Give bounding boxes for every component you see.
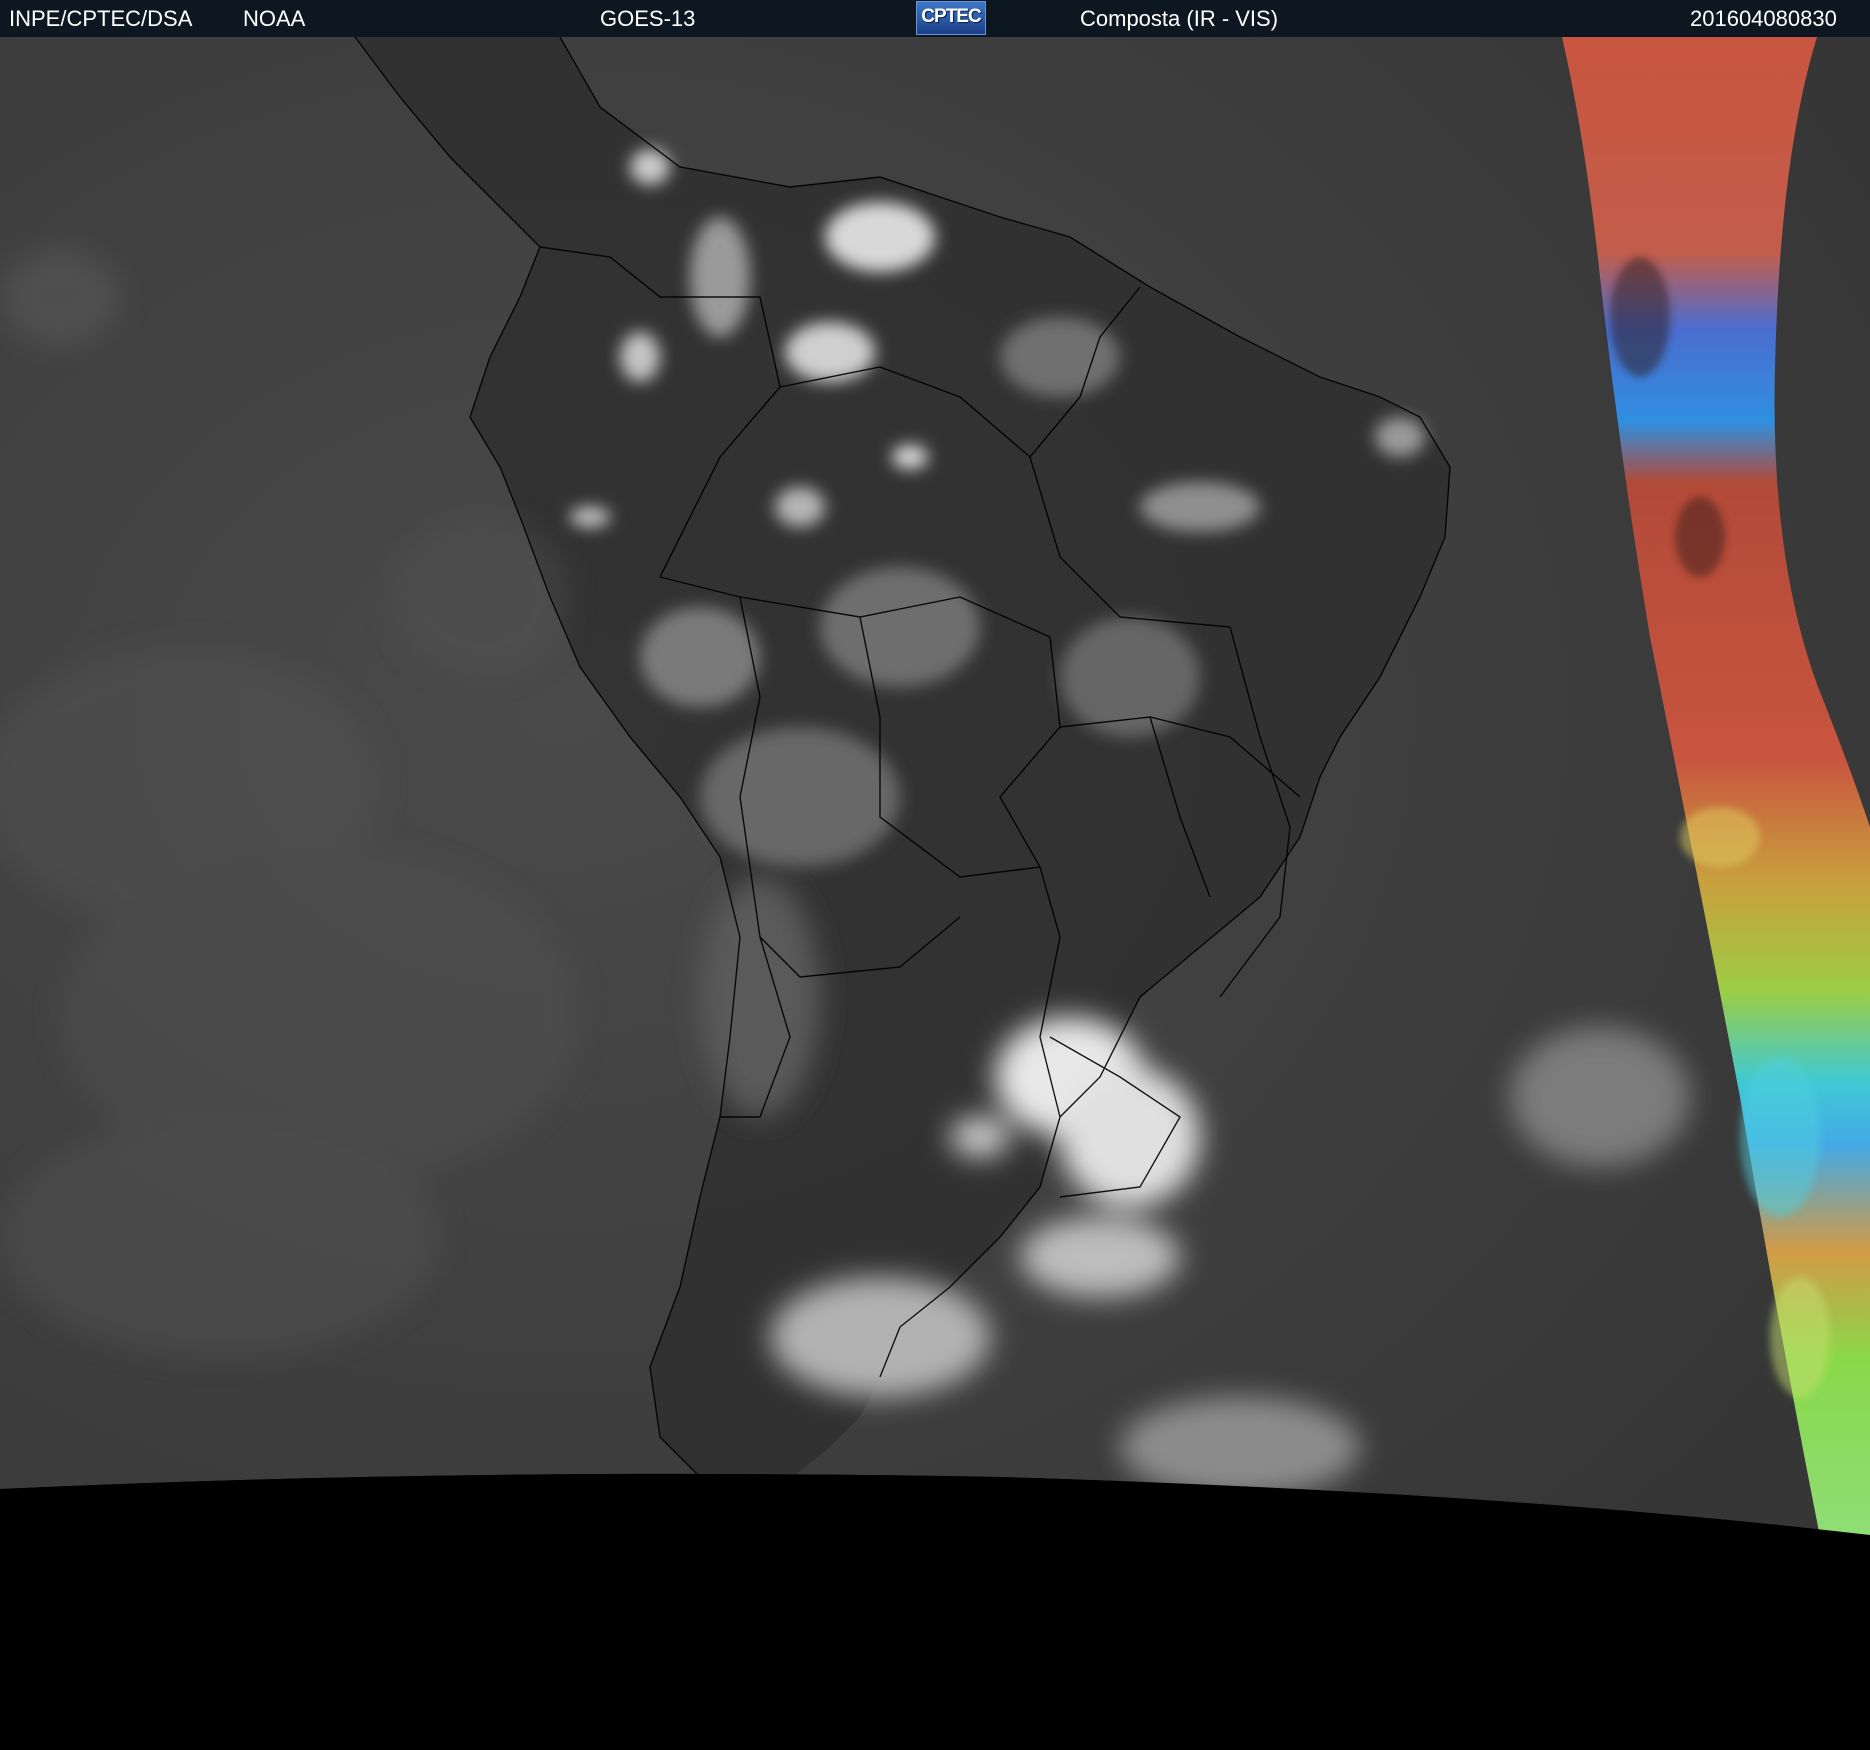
agency-label: INPE/CPTEC/DSA xyxy=(9,6,193,31)
logo-text: CPTEC xyxy=(921,6,981,27)
partner-label: NOAA xyxy=(243,6,306,31)
space-background xyxy=(0,1473,1870,1750)
header-bar: INPE/CPTEC/DSA NOAA GOES-13 CPTEC Compos… xyxy=(0,0,1870,38)
cptec-logo-icon: CPTEC xyxy=(916,1,986,35)
satellite-composite-map xyxy=(0,37,1870,1750)
satellite-label: GOES-13 xyxy=(600,6,696,31)
satellite-image xyxy=(0,37,1870,1750)
product-label: Composta (IR - VIS) xyxy=(1080,6,1279,31)
timestamp-label: 201604080830 xyxy=(1690,6,1837,31)
